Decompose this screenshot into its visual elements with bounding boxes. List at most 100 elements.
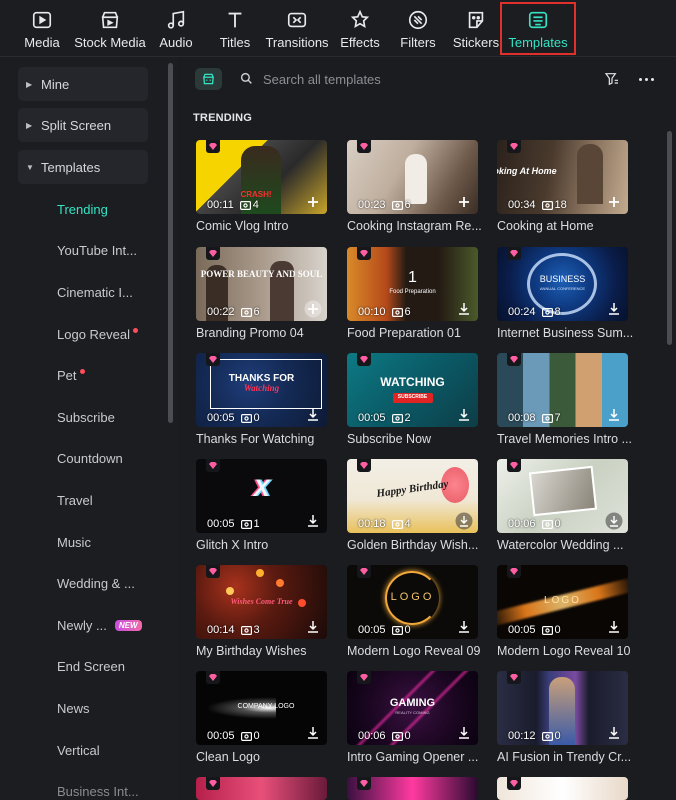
clip-icon — [391, 625, 403, 635]
template-card[interactable]: 00:12 0 AI Fusion in Trendy Cr... — [497, 671, 631, 764]
section-title: TRENDING — [193, 112, 253, 124]
download-icon[interactable] — [306, 408, 320, 422]
toolbar-stickers[interactable]: Stickers — [453, 0, 499, 57]
toolbar-stock-media[interactable]: Stock Media — [74, 0, 146, 57]
download-icon[interactable] — [607, 620, 621, 634]
template-thumbnail: LOGO 00:05 0 — [347, 565, 478, 639]
clip-icon — [240, 413, 252, 423]
sidebar-section-templates[interactable]: ▼ Templates — [18, 150, 148, 184]
download-icon[interactable] — [306, 514, 320, 528]
sidebar-item-pet[interactable]: Pet — [57, 368, 85, 383]
template-card[interactable]: COMPANY LOGO 00:05 0 Clean Logo — [196, 671, 327, 764]
template-card[interactable] — [497, 777, 628, 800]
premium-gem-icon — [357, 140, 371, 153]
search-icon — [240, 72, 252, 84]
template-card[interactable]: 1 Food Preparation 00:10 6 Food Preparati… — [347, 247, 478, 340]
template-card[interactable]: POWER BEAUTY AND SOUL 00:22 6 Branding Pr… — [196, 247, 327, 340]
download-icon[interactable] — [306, 726, 320, 740]
template-browser: TRENDING CRASH! 00:114 Comic Vlog Intro … — [178, 57, 676, 800]
sidebar-item-youtube-intro[interactable]: YouTube Int... — [57, 243, 137, 258]
sidebar-item-logo-reveal[interactable]: Logo Reveal — [57, 327, 138, 342]
toolbar-effects[interactable]: Effects — [340, 0, 380, 57]
sidebar-item-music[interactable]: Music — [57, 535, 91, 550]
sidebar-item-vertical[interactable]: Vertical — [57, 743, 100, 758]
template-card[interactable]: WATCHING SUBSCRIBE 00:05 2 Subscribe Now — [347, 353, 478, 446]
template-card[interactable]: Wishes Come True 00:14 3 My Birthday Wish… — [196, 565, 327, 658]
download-icon[interactable] — [605, 512, 623, 530]
toolbar-filters[interactable]: Filters — [399, 0, 437, 57]
stickers-icon — [464, 8, 488, 32]
toolbar-templates[interactable]: Templates — [500, 2, 576, 55]
clip-icon — [240, 307, 252, 317]
new-dot — [133, 328, 138, 333]
sidebar-section-mine[interactable]: ▶ Mine — [18, 67, 148, 101]
template-thumbnail: 00:12 0 — [497, 671, 628, 745]
download-icon[interactable] — [457, 620, 471, 634]
sidebar-item-subscribe[interactable]: Subscribe — [57, 410, 115, 425]
sidebar-item-cinematic[interactable]: Cinematic I... — [57, 285, 133, 300]
download-icon[interactable] — [457, 408, 471, 422]
template-card[interactable] — [196, 777, 327, 800]
sidebar-item-news[interactable]: News — [57, 701, 90, 716]
caret-down-icon: ▼ — [26, 162, 34, 172]
favorites-button[interactable] — [195, 68, 222, 90]
toolbar-audio[interactable]: Audio — [157, 0, 195, 57]
toolbar-transitions[interactable]: Transitions — [265, 0, 329, 57]
premium-gem-icon — [507, 671, 521, 684]
clip-icon — [541, 731, 553, 741]
template-card[interactable]: CRASH! 00:11 4 Comic Vlog Intro — [196, 140, 327, 233]
sidebar-section-split-screen[interactable]: ▶ Split Screen — [18, 108, 148, 142]
sidebar-item-wedding[interactable]: Wedding & ... — [57, 576, 135, 591]
template-card[interactable]: 00:08 7 Travel Memories Intro ... — [497, 353, 632, 446]
toolbar-titles[interactable]: Titles — [216, 0, 254, 57]
add-icon[interactable] — [457, 195, 471, 209]
toolbar-media[interactable]: Media — [19, 0, 65, 57]
more-options-icon[interactable] — [636, 70, 656, 88]
download-icon[interactable] — [607, 408, 621, 422]
titles-icon — [223, 8, 247, 32]
add-icon[interactable] — [306, 195, 320, 209]
premium-gem-icon — [206, 140, 220, 153]
sidebar-item-travel[interactable]: Travel — [57, 493, 93, 508]
filters-icon — [406, 8, 430, 32]
download-icon[interactable] — [607, 726, 621, 740]
sidebar-item-trending[interactable]: Trending — [57, 202, 108, 217]
template-card[interactable]: BUSINESS ANNUAL CONFERENCE 00:24 8 Intern… — [497, 247, 633, 340]
transitions-icon — [285, 8, 309, 32]
sidebar-item-business-intro[interactable]: Business Int... — [57, 784, 139, 799]
sidebar-item-end-screen[interactable]: End Screen — [57, 659, 125, 674]
download-icon[interactable] — [455, 512, 473, 530]
add-icon[interactable] — [304, 300, 322, 318]
download-icon[interactable] — [306, 620, 320, 634]
clip-icon — [240, 519, 252, 529]
filter-icon[interactable] — [604, 71, 620, 87]
search-input[interactable] — [263, 68, 583, 90]
template-thumbnail: 00:06 0 — [497, 459, 628, 533]
sidebar-item-countdown[interactable]: Countdown — [57, 451, 123, 466]
effects-icon — [348, 8, 372, 32]
template-thumbnail: POWER BEAUTY AND SOUL 00:22 6 — [196, 247, 327, 321]
premium-gem-icon — [357, 459, 371, 472]
new-dot — [79, 369, 85, 374]
template-card[interactable]: LOGO 00:05 0 Modern Logo Reveal 09 — [347, 565, 480, 658]
template-card[interactable]: X 00:05 1 Glitch X Intro — [196, 459, 327, 552]
template-card[interactable]: Cooking At Home 00:3418 Cooking at Home — [497, 140, 628, 233]
template-card[interactable]: 00:23 6 Cooking Instagram Re... — [347, 140, 482, 233]
premium-gem-icon — [507, 140, 521, 153]
template-grid-scrollbar[interactable] — [667, 131, 672, 345]
template-card[interactable]: Happy Birthday 00:18 4 Golden Birthday Wi… — [347, 459, 478, 552]
download-icon[interactable] — [457, 302, 471, 316]
add-icon[interactable] — [607, 195, 621, 209]
template-card[interactable] — [347, 777, 478, 800]
sidebar-scrollbar[interactable] — [168, 63, 173, 423]
template-thumbnail: 00:08 7 — [497, 353, 628, 427]
download-icon[interactable] — [457, 726, 471, 740]
template-card[interactable]: THANKS FOR Watching 00:05 0 Thanks For Wa… — [196, 353, 327, 446]
download-icon[interactable] — [607, 302, 621, 316]
sidebar-item-newly[interactable]: Newly ... NEW — [57, 618, 142, 633]
template-card[interactable]: GAMING REALITY COMING 00:06 0 Intro Gamin… — [347, 671, 478, 764]
clip-icon — [391, 731, 403, 741]
template-thumbnail: Cooking At Home 00:3418 — [497, 140, 628, 214]
template-card[interactable]: LOGO 00:05 0 Modern Logo Reveal 10 — [497, 565, 630, 658]
template-card[interactable]: 00:06 0 Watercolor Wedding ... — [497, 459, 628, 552]
